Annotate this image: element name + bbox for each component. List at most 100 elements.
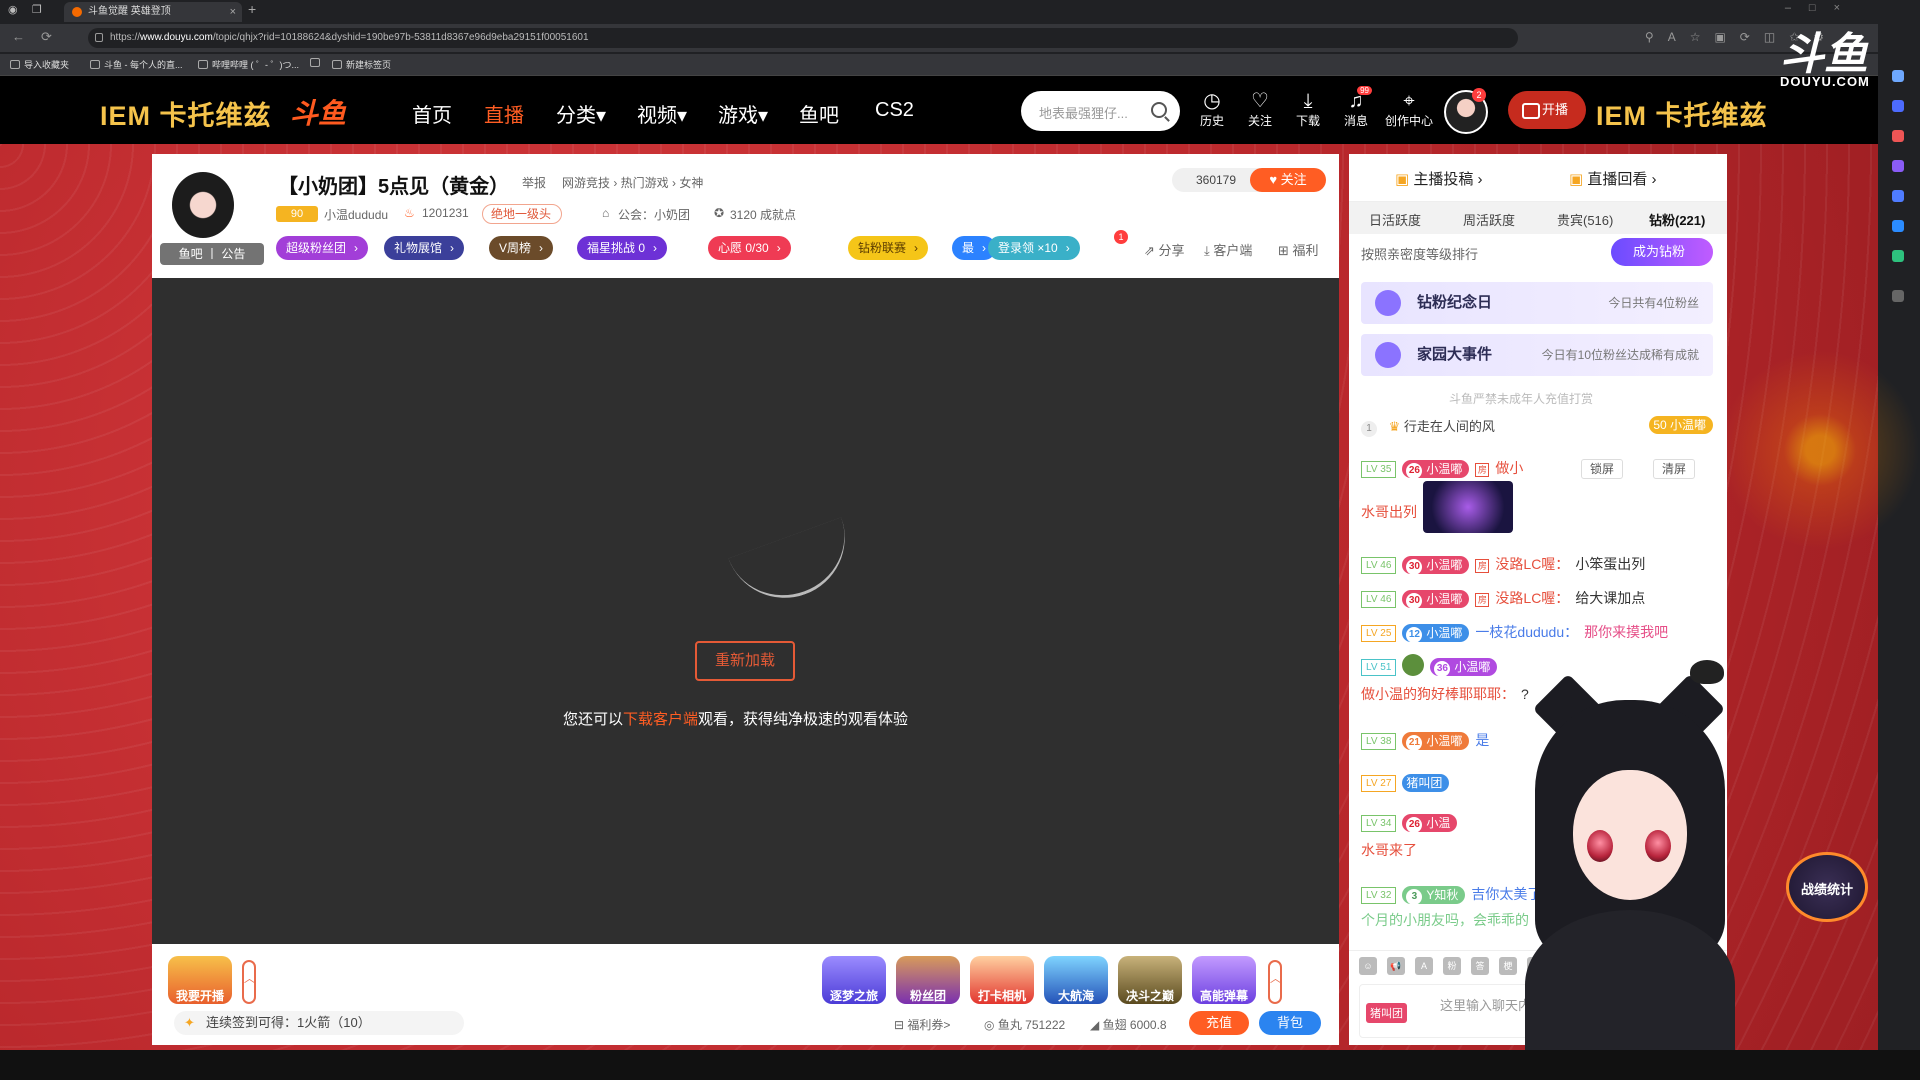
become-diamond-fan-button[interactable]: 成为钻粉 bbox=[1611, 238, 1713, 266]
share-button[interactable]: ⇗ 分享 bbox=[1144, 240, 1185, 259]
rank-tabs: 日活跃度 周活跃度 贵宾(516) 钻粉(221) bbox=[1349, 202, 1727, 234]
go-live-button[interactable]: 开播 bbox=[1508, 91, 1586, 129]
collapse-right-button[interactable]: ︿ bbox=[1268, 960, 1282, 1004]
v-weekly-pill[interactable]: V周榜 bbox=[489, 236, 554, 260]
diamond-anniversary-banner[interactable]: 钻粉纪念日 今日共有4位粉丝 bbox=[1361, 282, 1713, 324]
bookmark-item[interactable] bbox=[310, 58, 324, 68]
checkin-reward[interactable]: 连续签到可得：1火箭（10） bbox=[174, 1011, 464, 1035]
tab-weekly-activity[interactable]: 周活跃度 bbox=[1463, 210, 1515, 229]
window-controls[interactable]: –□× bbox=[1785, 2, 1858, 14]
nav-cs2[interactable]: CS2 bbox=[875, 99, 914, 122]
lucky-star-pill[interactable]: 福星挑战 0 bbox=[577, 236, 668, 260]
rank-row[interactable]: 1 ♛ 行走在人间的风 50 小温嘟 bbox=[1361, 416, 1713, 440]
fan-tool-icon[interactable]: 粉 bbox=[1443, 957, 1461, 975]
search-icon[interactable] bbox=[1151, 102, 1167, 118]
tab-anchor-posts[interactable]: ▣ 主播投稿 › bbox=[1395, 168, 1483, 189]
chat-message: LV 35 26 小温嘟房做小 bbox=[1361, 456, 1713, 480]
backpack-button[interactable]: 背包 bbox=[1259, 1011, 1321, 1035]
bookmark-item[interactable]: 导入收藏夹 bbox=[10, 58, 69, 71]
nav-live[interactable]: 直播 bbox=[484, 99, 524, 128]
high-energy-danmu-button[interactable]: 高能弹幕 bbox=[1192, 956, 1256, 1004]
extension-icon[interactable] bbox=[1892, 100, 1904, 112]
checkin-camera-button[interactable]: 打卡相机 bbox=[970, 956, 1034, 1004]
home-events-banner[interactable]: 家园大事件 今日有10位粉丝达成稀有成就 bbox=[1361, 334, 1713, 376]
anchor-name[interactable]: 小温dududu bbox=[324, 206, 388, 223]
start-live-button[interactable]: 我要开播 bbox=[168, 956, 232, 1004]
coin-icon: ◎ bbox=[984, 1018, 998, 1032]
wish-pill[interactable]: 心愿 0/30 bbox=[708, 236, 791, 260]
recharge-button[interactable]: 充值 bbox=[1189, 1011, 1249, 1035]
outlook-icon[interactable] bbox=[1892, 220, 1904, 232]
creator-center-button[interactable]: ⌖ 创作中心 bbox=[1384, 90, 1434, 129]
tab-vip[interactable]: 贵宾(516) bbox=[1557, 210, 1613, 229]
nav-buttons[interactable]: ←⟳ bbox=[12, 29, 68, 45]
yuba-notice-bar[interactable]: 鱼吧 丨 公告 bbox=[160, 243, 264, 265]
anchor-tier-badge[interactable]: 绝地一级头 bbox=[482, 204, 563, 224]
search-input[interactable]: 地表最强狸仔... bbox=[1039, 103, 1128, 122]
follow-button[interactable]: ♥ 关注 bbox=[1250, 168, 1326, 192]
client-button[interactable]: ⤓ 客户端 bbox=[1204, 240, 1252, 259]
super-fan-group-pill[interactable]: 超级粉丝团 bbox=[276, 236, 369, 260]
category-breadcrumb[interactable]: 网游竞技 › 热门游戏 › 女神 bbox=[562, 174, 703, 191]
douyu-logo[interactable]: 斗鱼 bbox=[290, 92, 346, 132]
messages-button[interactable]: ♫ 消息 99 bbox=[1336, 86, 1376, 129]
follow-nav-button[interactable]: ♡ 关注 bbox=[1240, 90, 1280, 129]
vtuber-avatar bbox=[1495, 660, 1755, 1060]
nav-video[interactable]: 视频▾ bbox=[637, 99, 687, 128]
bookmark-item[interactable]: 斗鱼 - 每个人的直... bbox=[90, 58, 183, 71]
reload-button[interactable]: 重新加载 bbox=[695, 641, 795, 681]
nav-yuba[interactable]: 鱼吧 bbox=[799, 99, 839, 128]
page-icon bbox=[332, 60, 342, 69]
url-field[interactable]: https://www.douyu.com/topic/qhjx?rid=101… bbox=[88, 28, 1518, 48]
emoji-icon[interactable]: ☺ bbox=[1359, 957, 1377, 975]
dream-journey-button[interactable]: 逐梦之旅 bbox=[822, 956, 886, 1004]
send-icon[interactable] bbox=[1892, 250, 1904, 262]
browser-tab[interactable]: 斗鱼觉醒 英雄登顶 × bbox=[64, 2, 242, 22]
voyage-button[interactable]: 大航海 bbox=[1044, 956, 1108, 1004]
tab-replay[interactable]: ▣ 直播回看 › bbox=[1569, 168, 1657, 189]
search-box[interactable]: 地表最强狸仔... bbox=[1021, 91, 1180, 131]
voucher-icon: ⊟ bbox=[894, 1018, 908, 1032]
new-tab-icon[interactable]: + bbox=[248, 1, 256, 17]
nav-game[interactable]: 游戏▾ bbox=[718, 99, 768, 128]
nav-category[interactable]: 分类▾ bbox=[556, 99, 606, 128]
nav-home[interactable]: 首页 bbox=[412, 99, 452, 128]
welfare-voucher-link[interactable]: ⊟ 福利券> bbox=[894, 1016, 950, 1033]
tools-icon[interactable] bbox=[1892, 130, 1904, 142]
answer-tool-icon[interactable]: 答 bbox=[1471, 957, 1489, 975]
welfare-button[interactable]: ⊞ 福利 bbox=[1278, 240, 1319, 259]
duel-button[interactable]: 决斗之巅 bbox=[1118, 956, 1182, 1004]
game-icon[interactable] bbox=[1892, 160, 1904, 172]
medal-icon bbox=[1375, 342, 1401, 368]
fan-group-button[interactable]: 粉丝团 bbox=[896, 956, 960, 1004]
report-link[interactable]: 举报 bbox=[522, 174, 546, 191]
copilot-icon[interactable] bbox=[1892, 190, 1904, 202]
guild-name[interactable]: 公会：小奶团 bbox=[618, 206, 690, 223]
tab-diamond-fans[interactable]: 钻粉(221) bbox=[1649, 210, 1705, 229]
client-hint: 您还可以下载客户端观看，获得纯净极速的观看体验 bbox=[563, 711, 909, 728]
diamond-league-pill[interactable]: 钻粉联赛 bbox=[848, 236, 929, 260]
stats-promo-button[interactable]: 战绩统计 bbox=[1786, 852, 1868, 922]
download-button[interactable]: ⤓ 下载 bbox=[1288, 90, 1328, 129]
bookmark-item[interactable]: 新建标签页 bbox=[332, 58, 391, 71]
download-client-link[interactable]: 下载客户端 bbox=[623, 711, 698, 728]
vtuber-eye-right bbox=[1645, 830, 1671, 862]
video-player[interactable] bbox=[152, 278, 1339, 944]
tab-daily-activity[interactable]: 日活跃度 bbox=[1369, 210, 1421, 229]
login-reward-pill[interactable]: 登录领 ×10 bbox=[988, 236, 1080, 260]
achievement-points[interactable]: 3120 成就点 bbox=[730, 206, 796, 223]
tab-close-icon[interactable]: × bbox=[230, 2, 236, 22]
tab-actions-icon[interactable]: ❐ bbox=[32, 3, 42, 16]
gift-gallery-pill[interactable]: 礼物展馆 bbox=[384, 236, 465, 260]
title-icon[interactable]: A bbox=[1415, 957, 1433, 975]
horn-icon[interactable]: 📢 bbox=[1387, 957, 1405, 975]
collapse-left-button[interactable]: ︿ bbox=[242, 960, 256, 1004]
bookmark-item[interactable]: 哔哩哔哩 ( ゜- ゜)つ... bbox=[198, 58, 299, 71]
browser-profile-icon[interactable]: ◉ bbox=[8, 3, 18, 16]
sort-hint: 按照亲密度等级排行 bbox=[1361, 247, 1479, 262]
anchor-avatar[interactable] bbox=[172, 172, 234, 238]
history-button[interactable]: ◷ 历史 bbox=[1192, 90, 1232, 129]
sticker-image bbox=[1423, 481, 1513, 533]
search-icon[interactable] bbox=[1892, 70, 1904, 82]
crown-icon: ♛ bbox=[1388, 419, 1401, 434]
